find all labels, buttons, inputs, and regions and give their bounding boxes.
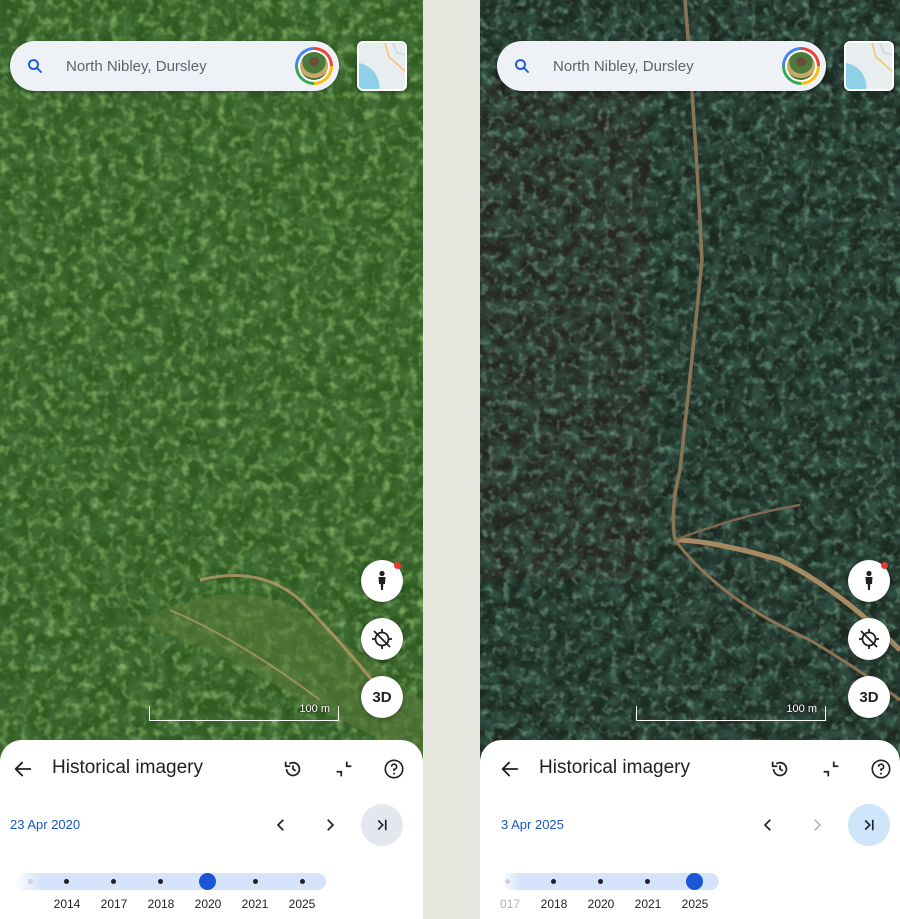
year-label[interactable]: 2014	[54, 897, 81, 911]
help-icon[interactable]	[870, 758, 892, 780]
street-view-button[interactable]	[848, 560, 890, 602]
3d-label: 3D	[859, 688, 879, 706]
timeline-tick[interactable]	[28, 879, 33, 884]
year-label[interactable]: 2017	[101, 897, 128, 911]
scale-label: 100 m	[786, 703, 817, 715]
sheet-title: Historical imagery	[52, 757, 203, 778]
latest-button[interactable]	[361, 804, 403, 846]
skip-to-latest-icon	[377, 819, 387, 831]
panel-2025: 3D 100 m Historical imagery 3 Apr 2025	[480, 0, 900, 919]
latest-button[interactable]	[848, 804, 890, 846]
timeline-tick[interactable]	[551, 879, 556, 884]
chevron-left-icon	[763, 819, 771, 831]
street-view-button[interactable]	[361, 560, 403, 602]
timeline-track[interactable]	[15, 873, 326, 890]
search-input[interactable]	[64, 56, 288, 76]
timeline-tick[interactable]	[300, 879, 305, 884]
timeline-tick[interactable]	[64, 879, 69, 884]
avatar[interactable]	[782, 47, 820, 85]
year-label[interactable]: 2021	[242, 897, 269, 911]
collapse-icon[interactable]	[333, 758, 355, 780]
next-button[interactable]	[796, 804, 838, 846]
chevron-right-icon	[327, 819, 335, 831]
history-icon[interactable]	[769, 758, 791, 780]
history-icon[interactable]	[282, 758, 304, 780]
timeline-tick[interactable]	[505, 879, 510, 884]
historical-imagery-sheet: Historical imagery 3 Apr 2025 017 2018 2…	[480, 740, 900, 919]
year-label[interactable]: 2018	[148, 897, 175, 911]
3d-toggle-button[interactable]: 3D	[361, 676, 403, 718]
search-icon[interactable]	[26, 57, 44, 75]
pegman-icon	[378, 570, 386, 590]
timeline-selected-marker[interactable]	[199, 873, 216, 890]
year-label[interactable]: 2020	[195, 897, 222, 911]
layers-button[interactable]	[844, 41, 894, 91]
chevron-left-icon	[276, 819, 284, 831]
year-label[interactable]: 2025	[682, 897, 709, 911]
location-button[interactable]	[848, 618, 890, 660]
scale-bar: 100 m	[149, 703, 339, 721]
timeline-tick[interactable]	[158, 879, 163, 884]
collapse-icon[interactable]	[820, 758, 842, 780]
chevron-right-icon	[814, 819, 822, 831]
search-bar[interactable]	[497, 41, 826, 91]
help-icon[interactable]	[383, 758, 405, 780]
search-input[interactable]	[551, 56, 775, 76]
timeline-tick[interactable]	[645, 879, 650, 884]
avatar[interactable]	[295, 47, 333, 85]
3d-label: 3D	[372, 688, 392, 706]
notification-dot	[394, 562, 401, 569]
previous-button[interactable]	[260, 804, 302, 846]
year-label[interactable]: 017	[500, 897, 520, 911]
location-button[interactable]	[361, 618, 403, 660]
layers-thumbnail-icon	[846, 43, 892, 89]
historical-imagery-sheet: Historical imagery 23 Apr 2020 2014 2017…	[0, 740, 423, 919]
layers-thumbnail-icon	[359, 43, 405, 89]
location-off-icon	[859, 629, 879, 649]
timeline-tick[interactable]	[598, 879, 603, 884]
year-label[interactable]: 2025	[289, 897, 316, 911]
timeline-selected-marker[interactable]	[686, 873, 703, 890]
sheet-title: Historical imagery	[539, 757, 690, 778]
scale-label: 100 m	[299, 703, 330, 715]
pegman-icon	[865, 570, 873, 590]
skip-to-latest-icon	[864, 819, 874, 831]
year-label[interactable]: 2018	[541, 897, 568, 911]
location-off-icon	[372, 629, 392, 649]
notification-dot	[881, 562, 888, 569]
scale-bar: 100 m	[636, 703, 826, 721]
panel-2020: 3D 100 m Historical imagery 23 Apr 2020	[0, 0, 423, 919]
year-label[interactable]: 2020	[588, 897, 615, 911]
timeline-track[interactable]	[502, 873, 719, 890]
timeline-tick[interactable]	[253, 879, 258, 884]
search-bar[interactable]	[10, 41, 339, 91]
imagery-date: 3 Apr 2025	[501, 817, 564, 832]
3d-toggle-button[interactable]: 3D	[848, 676, 890, 718]
imagery-date: 23 Apr 2020	[10, 817, 81, 832]
next-button[interactable]	[309, 804, 351, 846]
arrow-back-icon[interactable]	[12, 758, 34, 780]
previous-button[interactable]	[747, 804, 789, 846]
year-label[interactable]: 2021	[635, 897, 662, 911]
arrow-back-icon[interactable]	[499, 758, 521, 780]
timeline-tick[interactable]	[111, 879, 116, 884]
layers-button[interactable]	[357, 41, 407, 91]
search-icon[interactable]	[513, 57, 531, 75]
